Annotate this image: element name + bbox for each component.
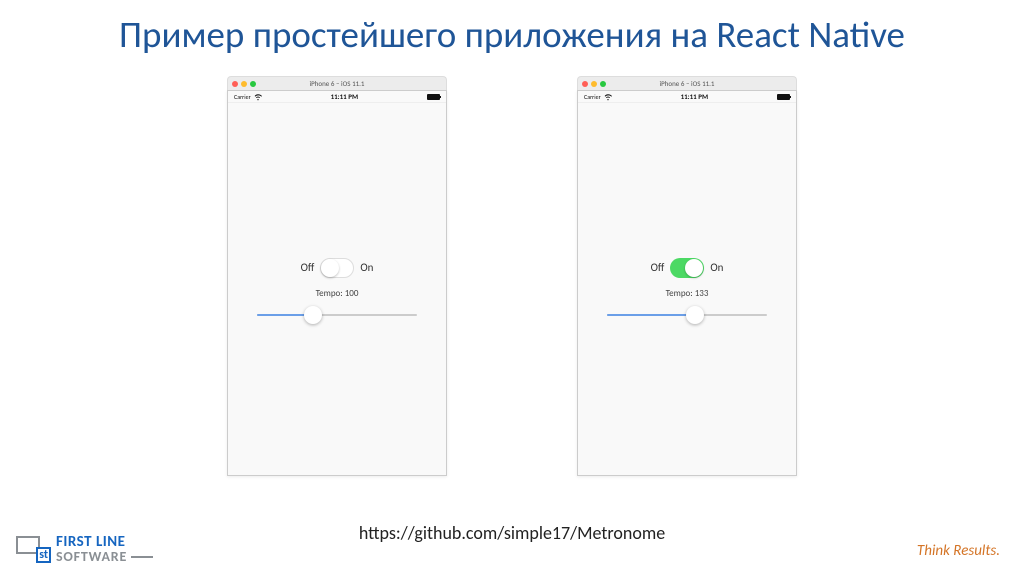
window-titlebar: iPhone 6 – iOS 11.1 bbox=[577, 76, 797, 90]
wifi-icon bbox=[254, 93, 262, 101]
close-icon[interactable] bbox=[232, 81, 238, 87]
switch-knob bbox=[685, 259, 703, 277]
switch-knob bbox=[321, 259, 339, 277]
logo-line2: SOFTWARE bbox=[56, 548, 127, 565]
metronome-switch[interactable] bbox=[320, 258, 354, 278]
tempo-label: Tempo: 133 bbox=[666, 288, 709, 299]
status-bar: Carrier 11:11 PM bbox=[228, 91, 446, 103]
slide-title: Пример простейшего приложения на React N… bbox=[0, 0, 1024, 58]
simulators-row: iPhone 6 – iOS 11.1 Carrier 11:11 PM Off bbox=[0, 76, 1024, 476]
footer-tagline: Think Results. bbox=[917, 542, 1000, 560]
status-time: 11:11 PM bbox=[331, 92, 359, 101]
github-url: https://github.com/simple17/Metronome bbox=[359, 522, 665, 544]
logo-dash bbox=[131, 556, 153, 558]
slider-thumb[interactable] bbox=[686, 306, 704, 324]
slide-accent bbox=[0, 0, 8, 18]
slider-thumb[interactable] bbox=[304, 306, 322, 324]
window-title: iPhone 6 – iOS 11.1 bbox=[660, 79, 715, 88]
traffic-lights bbox=[578, 81, 606, 87]
phone-screen: Carrier 11:11 PM Off On Tempo: 133 bbox=[577, 90, 797, 476]
company-logo: st FIRST LINE SOFTWARE bbox=[0, 525, 169, 574]
off-label: Off bbox=[651, 261, 665, 274]
status-time: 11:11 PM bbox=[681, 92, 709, 101]
simulator-left: iPhone 6 – iOS 11.1 Carrier 11:11 PM Off bbox=[227, 76, 447, 476]
wifi-icon bbox=[604, 93, 612, 101]
window-titlebar: iPhone 6 – iOS 11.1 bbox=[227, 76, 447, 90]
battery-icon bbox=[777, 94, 790, 100]
off-label: Off bbox=[301, 261, 315, 274]
zoom-icon[interactable] bbox=[600, 81, 606, 87]
tempo-label: Tempo: 100 bbox=[316, 288, 359, 299]
close-icon[interactable] bbox=[582, 81, 588, 87]
toggle-row: Off On bbox=[651, 258, 724, 278]
minimize-icon[interactable] bbox=[241, 81, 247, 87]
window-title: iPhone 6 – iOS 11.1 bbox=[310, 79, 365, 88]
simulator-right: iPhone 6 – iOS 11.1 Carrier 11:11 PM Off bbox=[577, 76, 797, 476]
battery-icon bbox=[427, 94, 440, 100]
metronome-switch[interactable] bbox=[670, 258, 704, 278]
logo-mark-icon: st bbox=[16, 536, 50, 562]
carrier-label: Carrier bbox=[234, 93, 251, 101]
tempo-slider[interactable] bbox=[607, 309, 767, 321]
minimize-icon[interactable] bbox=[591, 81, 597, 87]
traffic-lights bbox=[228, 81, 256, 87]
zoom-icon[interactable] bbox=[250, 81, 256, 87]
tempo-slider[interactable] bbox=[257, 309, 417, 321]
status-bar: Carrier 11:11 PM bbox=[578, 91, 796, 103]
toggle-row: Off On bbox=[301, 258, 374, 278]
on-label: On bbox=[360, 261, 373, 274]
phone-screen: Carrier 11:11 PM Off On Tempo: 100 bbox=[227, 90, 447, 476]
slider-fill bbox=[607, 314, 695, 316]
logo-line1: FIRST LINE bbox=[56, 535, 153, 549]
on-label: On bbox=[710, 261, 723, 274]
carrier-label: Carrier bbox=[584, 93, 601, 101]
